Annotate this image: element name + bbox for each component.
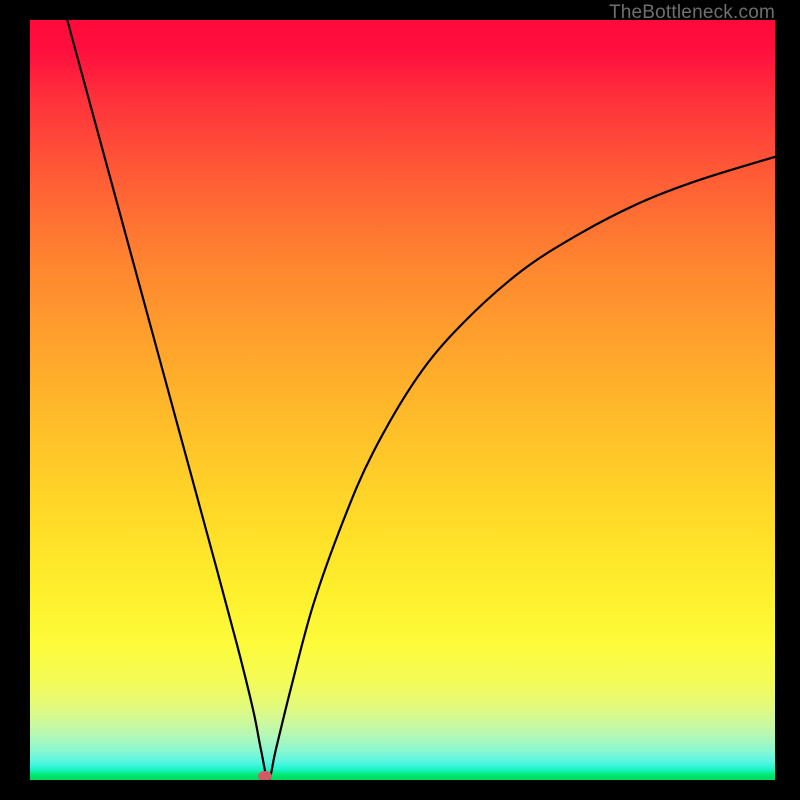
optimum-marker [258, 771, 272, 780]
bottleneck-curve [67, 20, 775, 780]
curve-layer [30, 20, 775, 780]
plot-area [30, 20, 775, 780]
attribution-text: TheBottleneck.com [609, 2, 775, 24]
chart-frame: TheBottleneck.com [0, 0, 800, 800]
